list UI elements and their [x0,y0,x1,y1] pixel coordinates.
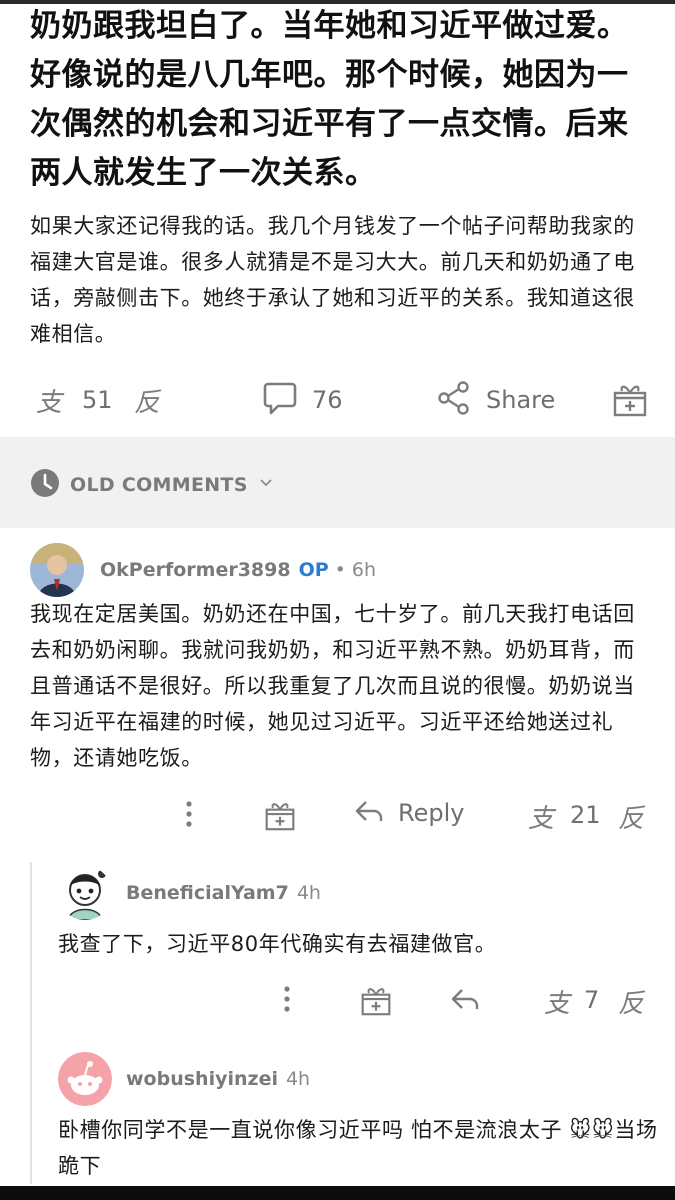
post-action-bar: 支 51 反 76 Share [0,372,675,432]
avatar[interactable] [58,1052,112,1106]
upvote-icon[interactable]: 支 [528,798,554,835]
comments-button[interactable]: 76 [262,380,343,420]
comment-time: • 6h [334,559,377,581]
reply-button[interactable]: Reply [354,798,464,828]
downvote-icon[interactable]: 反 [618,798,644,835]
comment-username[interactable]: OkPerformer3898 [100,559,291,581]
op-badge: OP [298,559,329,581]
award-gift-icon[interactable] [264,798,296,832]
post-comment-count: 76 [312,386,343,414]
comment-username[interactable]: BeneficialYam7 [126,882,289,904]
share-label: Share [486,386,556,414]
reply-label: Reply [398,799,465,827]
comment-bubble-icon [262,380,298,420]
comment-header: BeneficialYam7 4h [58,866,321,920]
thread-line[interactable] [30,862,32,1184]
comment-vote-count: 7 [584,986,600,1014]
more-options-icon[interactable] [182,798,196,830]
more-options-icon[interactable] [280,983,294,1015]
avatar[interactable] [30,543,84,597]
post-vote-count: 51 [82,386,113,414]
comment-time: 4h [285,1068,311,1090]
reply-arrow-icon[interactable] [450,986,480,1012]
award-gift-icon[interactable] [612,380,648,418]
avatar[interactable] [58,866,112,920]
old-comments-sort[interactable]: OLD COMMENTS [30,468,274,502]
upvote-icon[interactable]: 支 [544,983,570,1020]
share-button[interactable]: Share [436,380,555,420]
comment-header: OkPerformer3898 OP • 6h [30,543,376,597]
old-comments-label: OLD COMMENTS [70,474,248,496]
bottom-edge [0,1186,675,1200]
clock-icon [30,468,60,502]
comment-text: 我现在定居美国。奶奶还在中国，七十岁了。前几天我打电话回去和奶奶闲聊。我就问我奶… [30,602,635,770]
share-icon [436,380,472,420]
post-body: 如果大家还记得我的话。我几个月钱发了一个帖子问帮助我家的福建大官是谁。很多人就猜… [30,214,635,346]
comment-header: wobushiyinzei 4h [58,1052,310,1106]
downvote-icon[interactable]: 反 [618,983,644,1020]
upvote-icon[interactable]: 支 [36,382,62,419]
chevron-down-icon [258,475,274,495]
award-gift-icon[interactable] [360,983,392,1017]
downvote-icon[interactable]: 反 [134,382,160,419]
comment-text: 我查了下，习近平80年代确实有去福建做官。 [58,932,497,956]
post-title: 奶奶跟我坦白了。当年她和习近平做过爱。好像说的是八几年吧。那个时候，她因为一次偶… [30,8,629,191]
comment-vote-count: 21 [570,801,601,829]
reply-arrow-icon [354,798,384,828]
comment-username[interactable]: wobushiyinzei [126,1068,278,1090]
comment-text: 卧槽你同学不是一直说你像习近平吗 怕不是流浪太子 🐭🐭当场跪下 [58,1118,658,1178]
comment-time: 4h [296,882,321,904]
